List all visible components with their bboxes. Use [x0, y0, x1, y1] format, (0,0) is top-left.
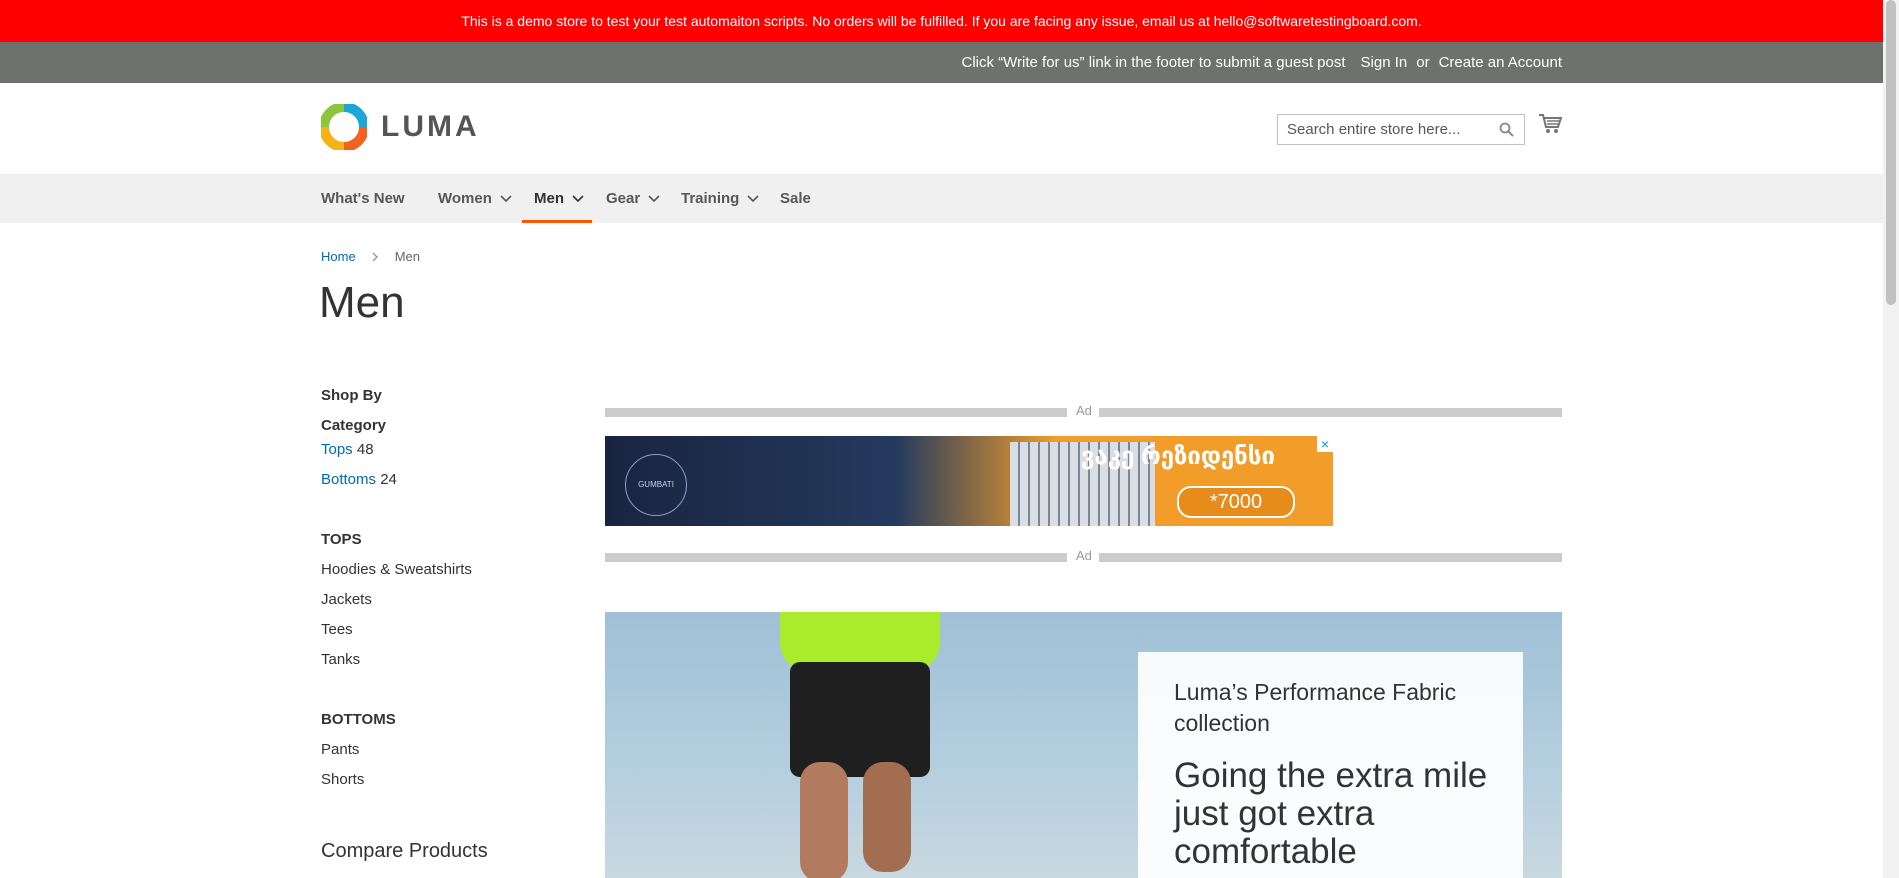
subcategory-link[interactable]: Tees [321, 621, 353, 638]
breadcrumb-home[interactable]: Home [321, 249, 356, 264]
luma-logo[interactable]: LUMA [321, 104, 480, 150]
tops-title: TOPS [321, 531, 362, 548]
logo-text: LUMA [381, 110, 480, 143]
nav-item-sale[interactable]: Sale [780, 174, 811, 223]
page-title: Men [319, 278, 405, 327]
chevron-down-icon [500, 194, 512, 202]
nav-item-men[interactable]: Men [522, 174, 592, 223]
ad-divider-top: Ad [605, 403, 1562, 419]
scrollbar-thumb[interactable] [1886, 0, 1896, 305]
ad-label: Ad [1076, 548, 1092, 563]
sign-in-link[interactable]: Sign In [1361, 54, 1408, 71]
filter-link-tops[interactable]: Tops [321, 441, 353, 458]
hero-subtitle: Luma’s Performance Fabric collection [1174, 679, 1457, 736]
nav-label: Men [534, 190, 564, 207]
filter-count: 48 [356, 441, 374, 458]
subcategory-link[interactable]: Tanks [321, 651, 360, 668]
hero-image-leg [863, 762, 911, 872]
demo-notice-text: This is a demo store to test your test a… [461, 13, 1422, 29]
subcategory-link[interactable]: Hoodies & Sweatshirts [321, 561, 472, 578]
nav-label: Gear [606, 190, 641, 207]
chevron-right-icon [372, 252, 378, 261]
search-input[interactable] [1278, 115, 1497, 144]
luma-logo-icon [321, 104, 367, 150]
compare-products-title: Compare Products [321, 840, 488, 862]
hero-title: Going the extra mile just got extra comf… [1174, 756, 1488, 871]
filter-option-bottoms: Bottoms 24 [321, 471, 397, 488]
header-main: LUMA [0, 83, 1883, 174]
divider-line [1099, 553, 1562, 562]
bottoms-title: BOTTOMS [321, 711, 396, 728]
category-title: Category [321, 417, 387, 434]
main-navigation: What's New Women Men Gear Training Sale [0, 174, 1883, 223]
filter-link-bottoms[interactable]: Bottoms [321, 471, 376, 488]
breadcrumb-current: Men [394, 249, 420, 264]
search-icon[interactable] [1499, 122, 1514, 142]
subcategory-link[interactable]: Pants [321, 741, 359, 758]
ad-divider-bottom: Ad [605, 548, 1562, 564]
divider-line [605, 553, 1067, 562]
nav-item-whats-new[interactable]: What's New [321, 174, 405, 223]
chevron-down-icon [648, 194, 660, 202]
chevron-down-icon [747, 194, 759, 202]
ad-close-icon[interactable]: × [1317, 436, 1333, 452]
nav-label: Sale [780, 190, 811, 207]
subcategory-link[interactable]: Shorts [321, 771, 364, 788]
guest-post-note: Click “Write for us” link in the footer … [961, 54, 1346, 71]
nav-item-women[interactable]: Women [438, 174, 512, 223]
ad-banner[interactable]: GUMBATI HOLDING ვაკე რეზიდენსი *7000 × [605, 436, 1333, 526]
page-scrollbar[interactable] [1883, 0, 1899, 878]
nav-item-gear[interactable]: Gear [606, 174, 660, 223]
nav-label: What's New [321, 190, 405, 207]
subcategory-link[interactable]: Jackets [321, 591, 372, 608]
hero-image-leg [800, 762, 848, 878]
header-links: Click “Write for us” link in the footer … [961, 42, 1562, 83]
cart-icon[interactable] [1538, 113, 1563, 140]
filter-count: 24 [380, 471, 397, 488]
create-account-link[interactable]: Create an Account [1439, 54, 1562, 71]
hero-card: Luma’s Performance Fabric collection Goi… [1138, 652, 1523, 878]
panel-header: Click “Write for us” link in the footer … [0, 42, 1883, 83]
ad-label: Ad [1076, 403, 1092, 418]
divider-line [1099, 408, 1562, 417]
search-box [1277, 114, 1525, 145]
demo-notice-banner: This is a demo store to test your test a… [0, 0, 1883, 42]
ad-headline: ვაკე რეზიდენსი [1080, 443, 1275, 470]
divider-line [605, 408, 1067, 417]
chevron-down-icon [572, 194, 584, 202]
ad-logo: GUMBATI HOLDING [625, 454, 687, 516]
hero-image-shorts [790, 662, 930, 777]
shop-by-title: Shop By [321, 387, 382, 404]
hero-promo-block[interactable]: Luma’s Performance Fabric collection Goi… [605, 612, 1562, 878]
filter-option-tops: Tops 48 [321, 441, 374, 458]
nav-label: Training [681, 190, 740, 207]
nav-label: Women [438, 190, 492, 207]
ad-phone: *7000 [1177, 486, 1295, 518]
or-text: or [1416, 54, 1430, 71]
nav-item-training[interactable]: Training [681, 174, 759, 223]
breadcrumb: Home Men [321, 249, 420, 264]
